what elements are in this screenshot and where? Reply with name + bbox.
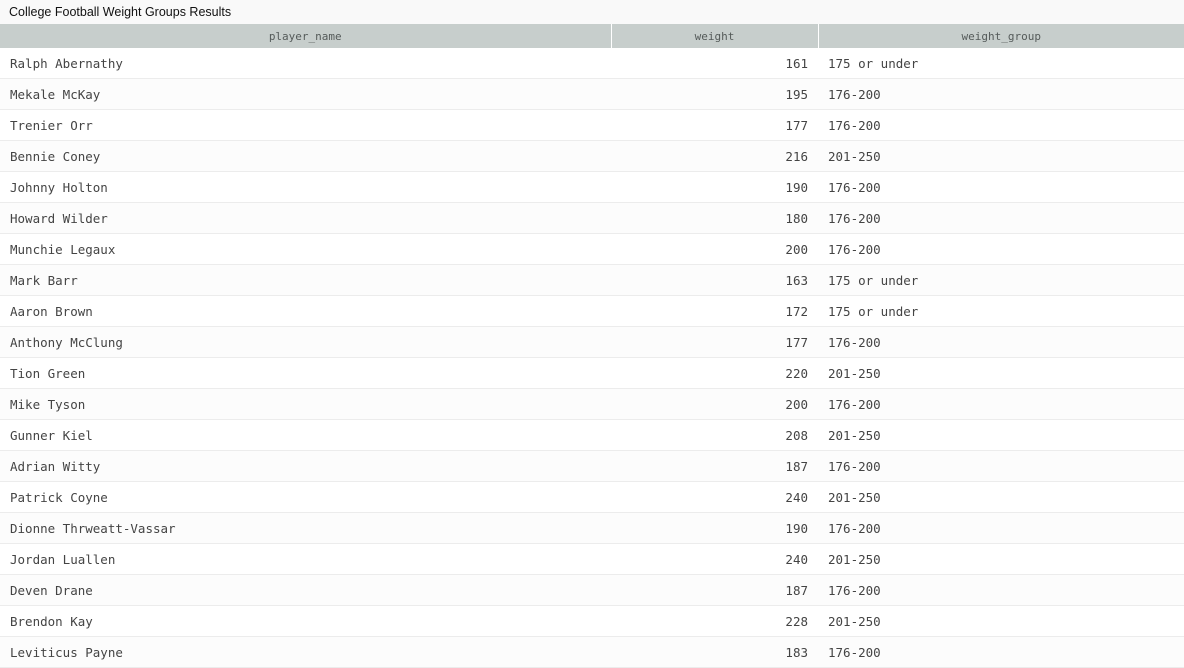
table-row[interactable]: Patrick Coyne 240 201-250 <box>0 481 1184 513</box>
weight-cell: 200 <box>611 233 818 265</box>
table-row[interactable]: Brendon Kay 228 201-250 <box>0 605 1184 637</box>
table-row[interactable]: Howard Wilder 180 176-200 <box>0 202 1184 234</box>
player-name-cell: Adrian Witty <box>0 450 611 482</box>
weight-group-cell: 176-200 <box>818 233 1184 265</box>
column-header-weight[interactable]: weight <box>610 24 818 48</box>
weight-group-cell: 201-250 <box>818 140 1184 172</box>
weight-cell: 163 <box>611 264 818 296</box>
player-name-cell: Mike Tyson <box>0 388 611 420</box>
weight-cell: 228 <box>611 605 818 637</box>
weight-cell: 216 <box>611 140 818 172</box>
player-name-cell: Mark Barr <box>0 264 611 296</box>
player-name-cell: Leviticus Payne <box>0 636 611 668</box>
player-name-cell: Anthony McClung <box>0 326 611 358</box>
weight-group-cell: 176-200 <box>818 171 1184 203</box>
weight-group-cell: 176-200 <box>818 574 1184 606</box>
player-name-cell: Mekale McKay <box>0 78 611 110</box>
weight-cell: 177 <box>611 109 818 141</box>
weight-group-cell: 175 or under <box>818 48 1184 79</box>
weight-group-cell: 175 or under <box>818 295 1184 327</box>
weight-group-cell: 176-200 <box>818 78 1184 110</box>
player-name-cell: Howard Wilder <box>0 202 611 234</box>
player-name-cell: Munchie Legaux <box>0 233 611 265</box>
table-row[interactable]: Munchie Legaux 200 176-200 <box>0 233 1184 265</box>
weight-group-cell: 201-250 <box>818 419 1184 451</box>
weight-group-cell: 201-250 <box>818 605 1184 637</box>
results-table: player_name weight weight_group Ralph Ab… <box>0 24 1184 668</box>
header-row: player_name weight weight_group <box>0 24 1184 48</box>
player-name-cell: Brendon Kay <box>0 605 611 637</box>
weight-cell: 220 <box>611 357 818 389</box>
player-name-cell: Patrick Coyne <box>0 481 611 513</box>
table-row[interactable]: Ralph Abernathy 161 175 or under <box>0 48 1184 79</box>
weight-cell: 183 <box>611 636 818 668</box>
weight-cell: 208 <box>611 419 818 451</box>
weight-group-cell: 201-250 <box>818 481 1184 513</box>
weight-group-cell: 201-250 <box>818 543 1184 575</box>
results-title: College Football Weight Groups Results <box>0 0 1184 24</box>
weight-cell: 200 <box>611 388 818 420</box>
table-row[interactable]: Mekale McKay 195 176-200 <box>0 78 1184 110</box>
player-name-cell: Bennie Coney <box>0 140 611 172</box>
weight-group-cell: 201-250 <box>818 357 1184 389</box>
player-name-cell: Ralph Abernathy <box>0 48 611 79</box>
weight-group-cell: 176-200 <box>818 202 1184 234</box>
column-header-weight-group[interactable]: weight_group <box>817 24 1184 48</box>
table-body: Ralph Abernathy 161 175 or under Mekale McK… <box>0 48 1184 668</box>
weight-group-cell: 176-200 <box>818 109 1184 141</box>
table-row[interactable]: Johnny Holton 190 176-200 <box>0 171 1184 203</box>
weight-cell: 190 <box>611 512 818 544</box>
table-row[interactable]: Leviticus Payne 183 176-200 <box>0 636 1184 668</box>
table-row[interactable]: Bennie Coney 216 201-250 <box>0 140 1184 172</box>
table-row[interactable]: Adrian Witty 187 176-200 <box>0 450 1184 482</box>
table-row[interactable]: Tion Green 220 201-250 <box>0 357 1184 389</box>
table-row[interactable]: Dionne Thrweatt-Vassar 190 176-200 <box>0 512 1184 544</box>
table-row[interactable]: Deven Drane 187 176-200 <box>0 574 1184 606</box>
weight-group-cell: 176-200 <box>818 388 1184 420</box>
weight-cell: 240 <box>611 481 818 513</box>
weight-cell: 187 <box>611 574 818 606</box>
player-name-cell: Johnny Holton <box>0 171 611 203</box>
weight-cell: 240 <box>611 543 818 575</box>
weight-cell: 161 <box>611 48 818 79</box>
table-row[interactable]: Gunner Kiel 208 201-250 <box>0 419 1184 451</box>
weight-cell: 187 <box>611 450 818 482</box>
table-row[interactable]: Aaron Brown 172 175 or under <box>0 295 1184 327</box>
weight-group-cell: 176-200 <box>818 450 1184 482</box>
table-row[interactable]: Mike Tyson 200 176-200 <box>0 388 1184 420</box>
weight-group-cell: 175 or under <box>818 264 1184 296</box>
player-name-cell: Aaron Brown <box>0 295 611 327</box>
player-name-cell: Dionne Thrweatt-Vassar <box>0 512 611 544</box>
weight-cell: 190 <box>611 171 818 203</box>
table-row[interactable]: Trenier Orr 177 176-200 <box>0 109 1184 141</box>
player-name-cell: Gunner Kiel <box>0 419 611 451</box>
weight-group-cell: 176-200 <box>818 326 1184 358</box>
weight-group-cell: 176-200 <box>818 636 1184 668</box>
player-name-cell: Trenier Orr <box>0 109 611 141</box>
weight-cell: 180 <box>611 202 818 234</box>
table-row[interactable]: Anthony McClung 177 176-200 <box>0 326 1184 358</box>
weight-cell: 177 <box>611 326 818 358</box>
table-row[interactable]: Mark Barr 163 175 or under <box>0 264 1184 296</box>
weight-cell: 172 <box>611 295 818 327</box>
weight-group-cell: 176-200 <box>818 512 1184 544</box>
table-row[interactable]: Jordan Luallen 240 201-250 <box>0 543 1184 575</box>
player-name-cell: Deven Drane <box>0 574 611 606</box>
weight-cell: 195 <box>611 78 818 110</box>
column-header-player-name[interactable]: player_name <box>0 24 611 48</box>
player-name-cell: Jordan Luallen <box>0 543 611 575</box>
player-name-cell: Tion Green <box>0 357 611 389</box>
